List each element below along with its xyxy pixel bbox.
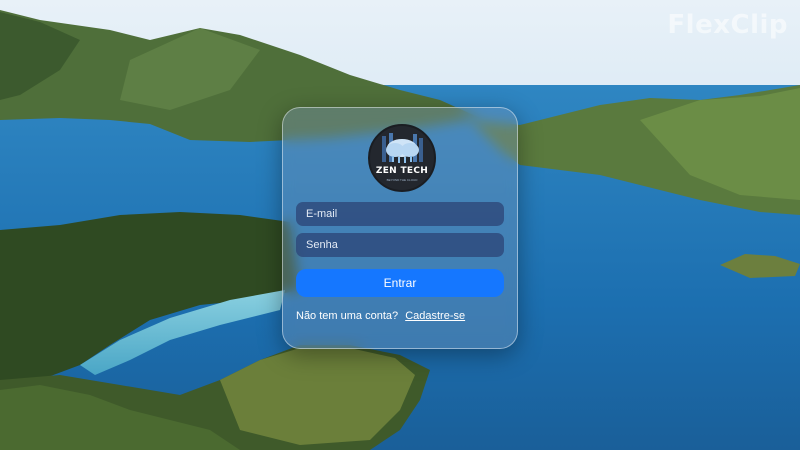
login-card: ZEN TECH BEYOND THE CLOUD Entrar Não tem… bbox=[282, 107, 518, 349]
signup-link[interactable]: Cadastre-se bbox=[405, 310, 465, 322]
flexclip-watermark: FlexClip bbox=[667, 10, 788, 40]
logo-title: ZEN TECH bbox=[375, 166, 429, 176]
signup-row: Não tem uma conta? Cadastre-se bbox=[296, 310, 465, 322]
logo-subtitle: BEYOND THE CLOUD bbox=[386, 178, 418, 182]
password-input[interactable] bbox=[296, 233, 504, 257]
email-input[interactable] bbox=[296, 202, 504, 226]
login-button[interactable]: Entrar bbox=[296, 269, 504, 297]
signup-prompt: Não tem uma conta? bbox=[296, 310, 399, 322]
zen-tech-logo: ZEN TECH BEYOND THE CLOUD bbox=[368, 124, 436, 192]
